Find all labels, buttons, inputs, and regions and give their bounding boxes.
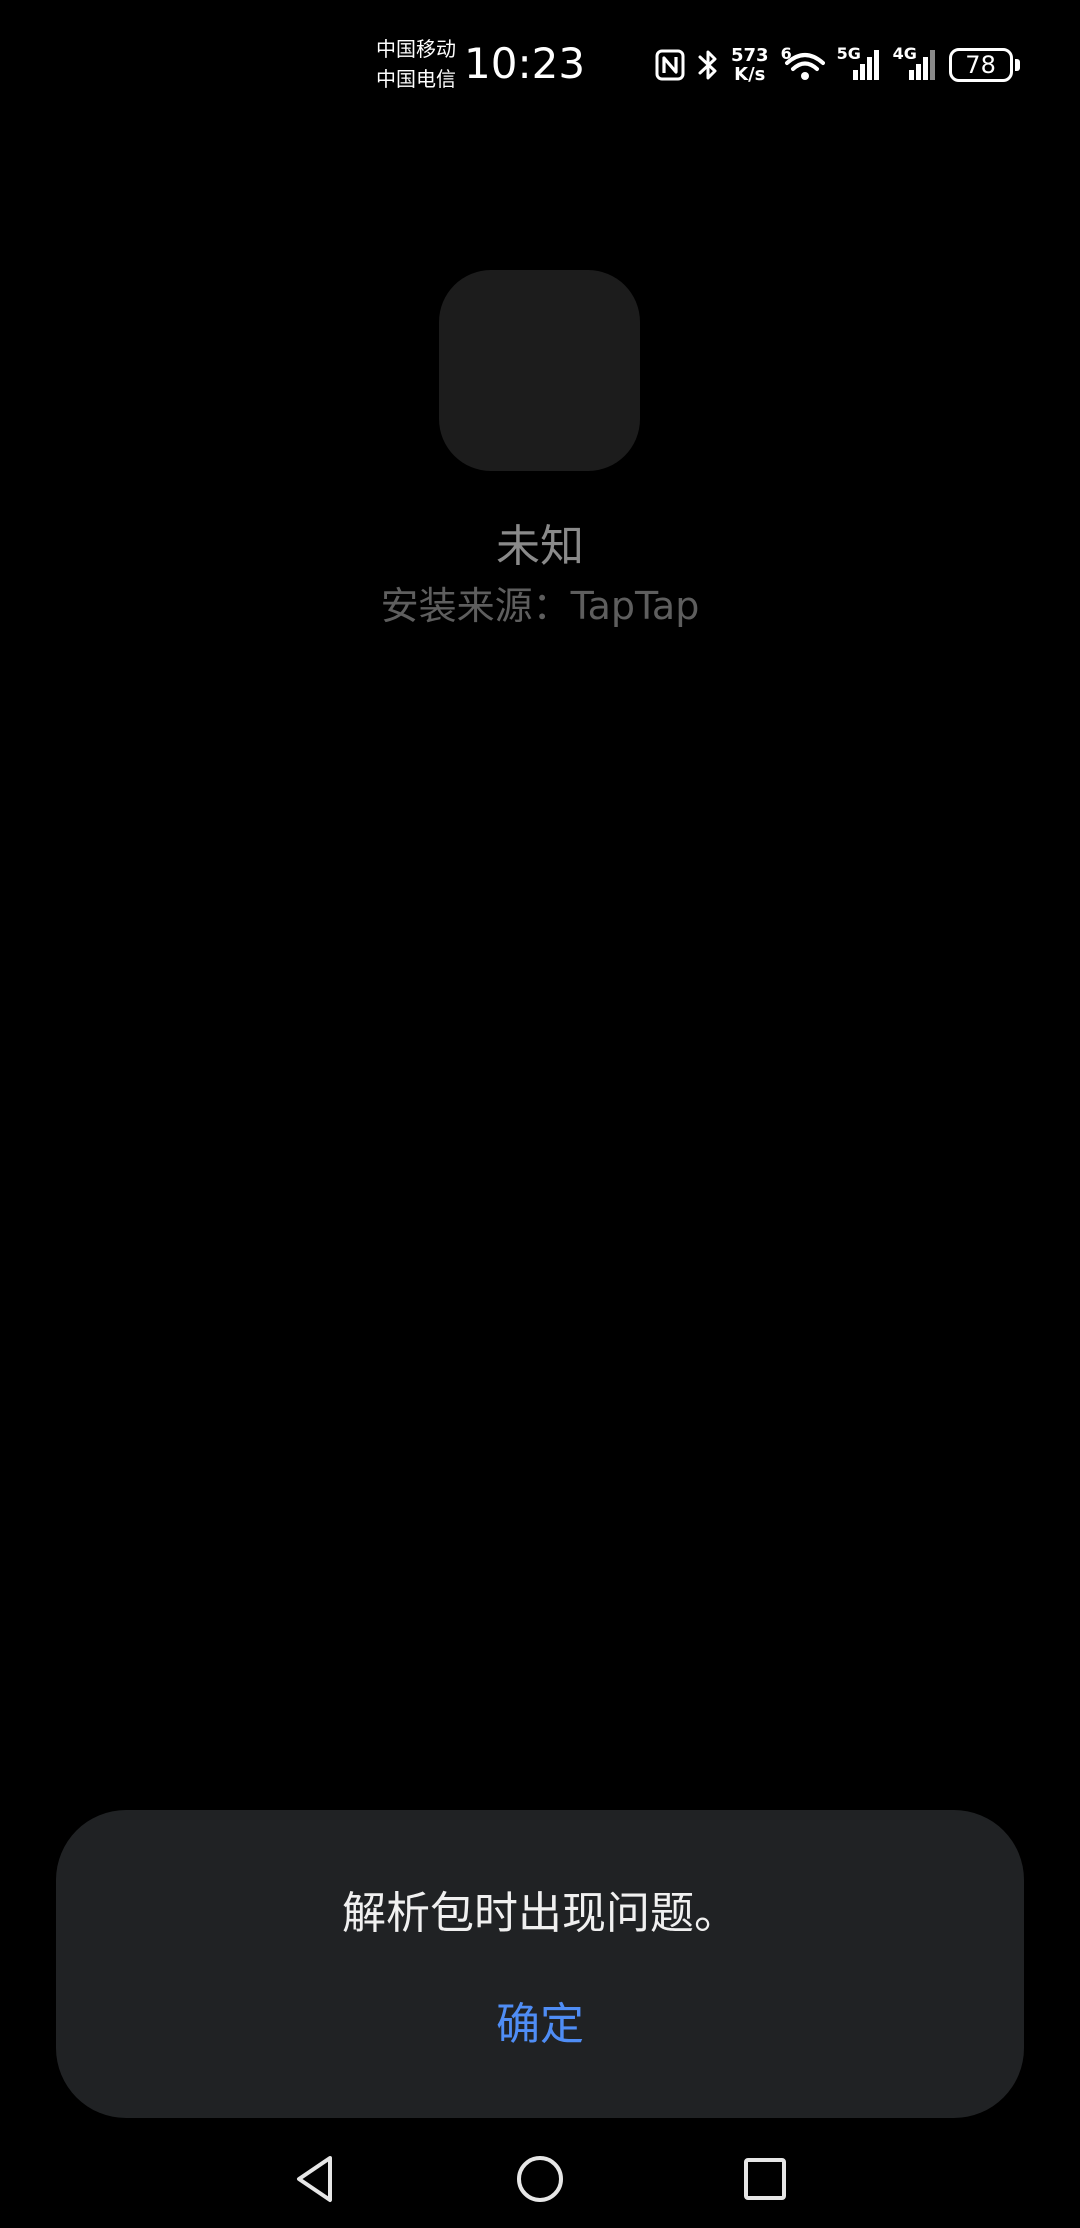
battery-icon: 78: [948, 48, 1020, 82]
install-source: 安装来源：TapTap: [380, 584, 700, 628]
signal-4g-icon: 4G: [893, 44, 937, 82]
carrier-2: 中国电信: [376, 67, 456, 91]
home-button[interactable]: [500, 2142, 580, 2216]
back-icon: [297, 2156, 332, 2202]
navigation-bar: [0, 2130, 1080, 2228]
speed-unit: K/s: [734, 64, 766, 85]
wifi-label: 6: [780, 44, 792, 63]
wifi-icon: 6: [781, 44, 825, 82]
app-name: 未知: [496, 521, 584, 572]
carrier-1: 中国移动: [376, 37, 456, 61]
network-5g-label: 5G: [836, 44, 861, 63]
home-icon: [517, 2156, 563, 2202]
signal-5g-icon: 5G: [837, 44, 881, 82]
nfc-icon: [655, 49, 685, 81]
status-bar: 中国移动 中国电信 10:23 573 K/s 6 5G 4G 78: [0, 0, 1080, 120]
error-dialog: 解析包时出现问题。 确定: [56, 1810, 1024, 2118]
confirm-button[interactable]: 确定: [440, 1980, 640, 2070]
carrier-info: 中国移动 中国电信: [376, 34, 456, 94]
clock: 10:23: [464, 39, 586, 88]
battery-level: 78: [948, 48, 1013, 82]
network-speed: 573 K/s: [731, 46, 769, 84]
network-4g-label: 4G: [892, 44, 917, 63]
speed-value: 573: [731, 45, 769, 66]
bluetooth-icon: [697, 48, 719, 82]
app-icon-placeholder: [439, 270, 640, 471]
dialog-message: 解析包时出现问题。: [342, 1888, 738, 1939]
back-button[interactable]: [275, 2142, 355, 2216]
status-icons: 573 K/s 6 5G 4G 78: [655, 40, 1020, 90]
battery-tip: [1014, 59, 1020, 71]
recents-icon: [744, 2158, 786, 2200]
recents-button[interactable]: [725, 2142, 805, 2216]
